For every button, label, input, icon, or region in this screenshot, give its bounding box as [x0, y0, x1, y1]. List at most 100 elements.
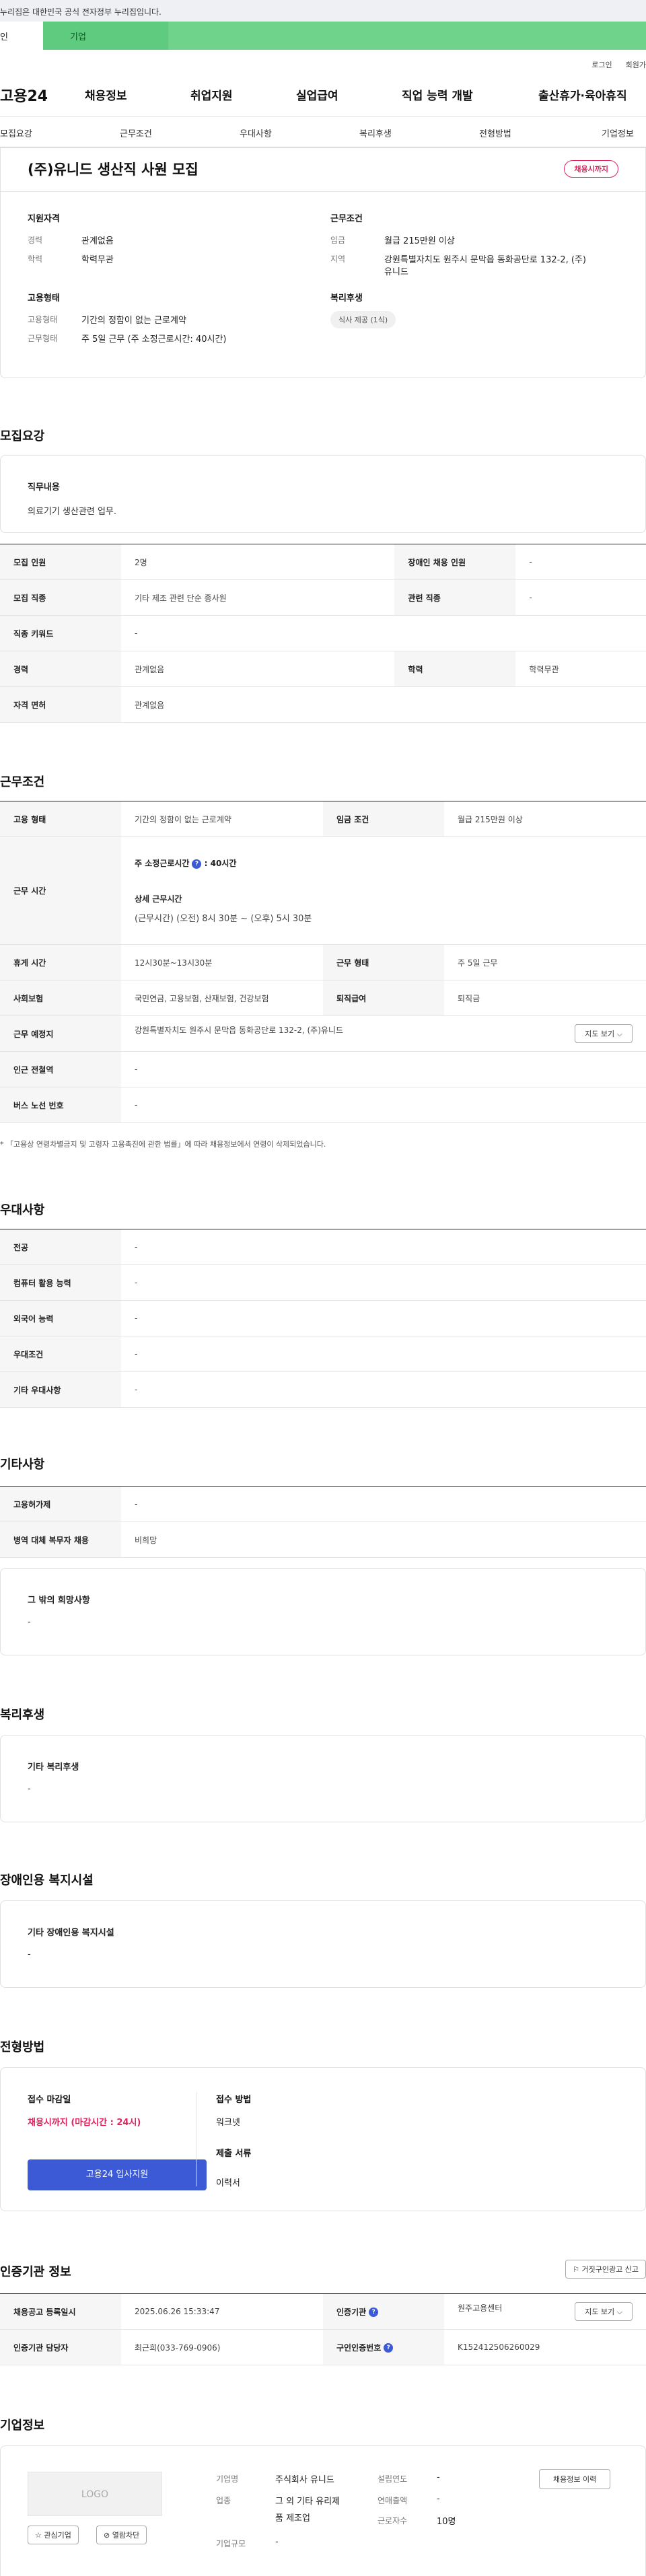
site-logo[interactable]: 고용24 — [0, 84, 48, 106]
etc-table: 고용허가제 - 병역 대체 복무자 채용 비희망 — [0, 1486, 646, 1558]
cell-value: - — [121, 1051, 646, 1087]
emp-value: 기간의 정함이 없는 근로계약 — [81, 316, 186, 326]
anchor-work[interactable]: 근무조건 — [120, 127, 152, 139]
anchor-recruit[interactable]: 모집요강 — [0, 127, 32, 139]
section-process-title: 전형방법 — [0, 2040, 45, 2054]
cell-header: 기타 우대사항 — [0, 1371, 121, 1408]
section-cert-title: 인증기관 정보 — [0, 2265, 71, 2279]
cell-header: 버스 노선 번호 — [0, 1087, 121, 1123]
favorite-company-button[interactable]: ☆ 관심기업 — [28, 2526, 79, 2544]
cell-header: 고용 형태 — [0, 801, 121, 837]
cell-value: - — [121, 1264, 646, 1301]
company-label: 업종 — [216, 2496, 231, 2505]
company-value: - — [437, 2472, 440, 2482]
anchor-pref[interactable]: 우대사항 — [240, 127, 272, 139]
section-company-title: 기업정보 — [0, 2419, 45, 2433]
cell-value: 2025.06.26 15:33:47 — [121, 2293, 323, 2330]
table-row: 사회보험 국민연금, 고용보험, 산재보험, 건강보험 퇴직급여 퇴직금 — [0, 980, 646, 1016]
org-value: 원주고용센터 — [458, 2303, 503, 2313]
cell-value: 월급 215만원 이상 — [444, 801, 646, 837]
cell-header: 근무 시간 — [0, 836, 121, 945]
cell-value: - — [121, 1300, 646, 1336]
nav-job-info[interactable]: 채용정보 — [85, 86, 127, 103]
table-row: 모집 인원 2명 장애인 채용 인원 - — [0, 544, 646, 580]
tab-company[interactable]: 기업 — [43, 22, 168, 50]
section-pref-title: 우대사항 — [0, 1203, 45, 1217]
table-row: 외국어 능력 - — [0, 1300, 646, 1336]
table-row: 고용허가제 - — [0, 1486, 646, 1522]
qual-value: 관계없음 — [81, 236, 114, 246]
company-label: 연매출액 — [378, 2496, 408, 2505]
info-icon[interactable]: ? — [192, 859, 202, 869]
company-value: 10명 — [437, 2517, 456, 2527]
deadline-title: 접수 마감일 — [28, 2095, 71, 2105]
cell-value: - — [515, 579, 646, 616]
info-icon[interactable]: ? — [369, 2307, 379, 2317]
section-work-title: 근무조건 — [0, 775, 45, 789]
nav-employment-support[interactable]: 취업지원 — [190, 86, 233, 103]
cell-header: 근무 예정지 — [0, 1015, 121, 1052]
age-note: * 「고용상 연령차별금지 및 고령자 고용촉진에 관한 법률」에 따라 채용정… — [0, 1140, 326, 1149]
company-label: 기업명 — [216, 2474, 239, 2484]
divider — [1, 191, 645, 192]
anchor-process[interactable]: 전형방법 — [479, 127, 511, 139]
table-row: 근무 예정지 강원특별자치도 원주시 문막읍 동화공단로 132-2, (주)유니… — [0, 1015, 646, 1052]
anchor-company[interactable]: 기업정보 — [602, 127, 634, 139]
table-row: 버스 노선 번호 - — [0, 1087, 646, 1123]
welfare-title: 복리후생 — [330, 293, 363, 303]
section-etc-title: 기타사항 — [0, 1458, 45, 1472]
org-cell: 원주고용센터 지도 보기 ⌵ — [444, 2293, 646, 2330]
map-button[interactable]: 지도 보기 ⌵ — [575, 1024, 633, 1043]
cell-value: K152412506260029 — [444, 2329, 646, 2365]
table-row: 자격 면허 관계없음 — [0, 686, 646, 723]
cell-header: 근무 형태 — [323, 944, 444, 980]
cell-value: 관계없음 — [121, 686, 646, 723]
map-button-label: 지도 보기 — [585, 1030, 615, 1038]
table-row: 컴퓨터 활용 능력 - — [0, 1264, 646, 1301]
cell-header: 채용공고 등록일시 — [0, 2293, 121, 2330]
table-row: 인근 전철역 - — [0, 1051, 646, 1087]
job-history-button[interactable]: 채용정보 이력 — [539, 2469, 611, 2489]
info-icon[interactable]: ? — [384, 2343, 394, 2353]
company-value: 그 외 기타 유리제 — [275, 2497, 340, 2507]
anchor-welfare[interactable]: 복리후생 — [359, 127, 392, 139]
report-fake-ad-button[interactable]: ⚐ 거짓구인광고 신고 — [565, 2260, 646, 2279]
cell-header: 자격 면허 — [0, 686, 121, 723]
block-view-button[interactable]: ⊘ 열람차단 — [96, 2526, 147, 2544]
facility-box: 기타 장애인용 복지시설 - — [0, 1900, 646, 1988]
cell-value: 학력무관 — [515, 651, 646, 687]
facility-value: - — [28, 1949, 31, 1960]
cell-header: 모집 인원 — [0, 544, 121, 580]
map-button[interactable]: 지도 보기 ⌵ — [575, 2302, 633, 2321]
apply-button[interactable]: 고용24 입사지원 — [28, 2159, 207, 2190]
login-link[interactable]: 로그인 — [591, 59, 612, 73]
time-line: 주 소정근로시간? : 40시간 — [135, 857, 633, 869]
table-row: 모집 직종 기타 제조 관련 단순 종사원 관련 직종 - — [0, 579, 646, 616]
cell-value: - — [121, 1087, 646, 1123]
nav-parental-leave[interactable]: 출산휴가·육아휴직 — [538, 86, 627, 103]
section-recruit-title: 모집요강 — [0, 429, 45, 443]
emp-value: 주 5일 근무 (주 소정근로시간: 40시간) — [81, 334, 227, 345]
qual-title: 지원자격 — [28, 214, 60, 224]
cell-header: 인증기관? — [323, 2293, 444, 2330]
company-logo-placeholder: LOGO — [28, 2472, 162, 2516]
welfare-pill: 식사 제공 (1식) — [330, 311, 396, 328]
signup-link[interactable]: 회원가 — [626, 59, 646, 73]
cell-header: 컴퓨터 활용 능력 — [0, 1264, 121, 1301]
tab-personal[interactable]: 인 — [0, 22, 43, 50]
company-value: - — [437, 2494, 440, 2504]
chevron-down-icon: ⌵ — [616, 1030, 622, 1038]
table-row: 채용공고 등록일시 2025.06.26 15:33:47 인증기관? 원주고용센터 지… — [0, 2293, 646, 2330]
nav-vocational-training[interactable]: 직업 능력 개발 — [402, 86, 473, 103]
company-label: 설립연도 — [378, 2474, 408, 2484]
work-time-cell: 주 소정근로시간? : 40시간 상세 근무시간 (근무시간) (오전) 8시 … — [121, 836, 646, 945]
cond-value: 월급 215만원 이상 — [384, 236, 455, 246]
nav-unemployment-benefit[interactable]: 실업급여 — [296, 86, 338, 103]
company-value: 주식회사 유니드 — [275, 2475, 334, 2485]
duty-value: 의료기기 생산관련 업무. — [28, 507, 116, 517]
table-row: 직종 키워드 - — [0, 615, 646, 651]
cond-label: 임금 — [330, 236, 346, 245]
cell-value: 퇴직금 — [444, 980, 646, 1016]
cell-header: 병역 대체 복무자 채용 — [0, 1522, 121, 1558]
cell-header: 인증기관 담당자 — [0, 2329, 121, 2365]
